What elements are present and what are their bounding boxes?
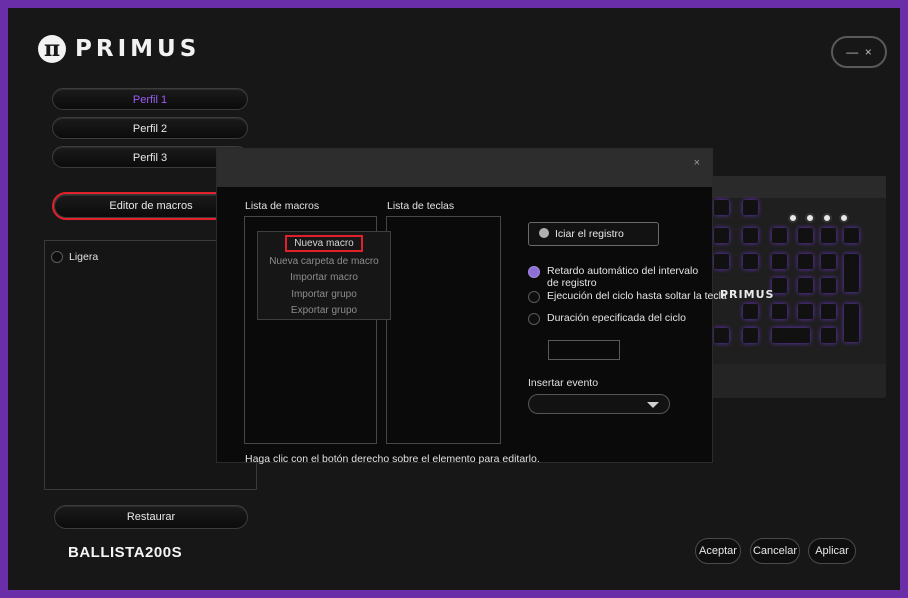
- dialog-hint: Haga clic con el botón derecho sobre el …: [245, 453, 540, 465]
- keyboard-key[interactable]: [714, 328, 729, 343]
- keyboard-key[interactable]: [821, 328, 836, 343]
- dialog-title-bar: ×: [217, 149, 712, 187]
- key-list[interactable]: [386, 216, 501, 444]
- option-loop-until-release-label: Ejecución del ciclo hasta soltar la tecl…: [547, 290, 727, 302]
- keyboard-key[interactable]: [798, 228, 813, 243]
- keyboard-key[interactable]: [798, 304, 813, 319]
- keyboard-key[interactable]: [743, 254, 758, 269]
- menu-item-new-macro-label: Nueva macro: [285, 235, 363, 252]
- profile-2-button[interactable]: Perfil 2: [52, 117, 248, 139]
- brand-logo-text: PRIMUS: [75, 36, 201, 62]
- accept-button[interactable]: Aceptar: [695, 538, 741, 564]
- insert-event-dropdown[interactable]: [528, 394, 670, 414]
- option-auto-delay-label: Retardo automático del intervalo de regi…: [547, 265, 699, 289]
- keyboard-key[interactable]: [743, 200, 758, 215]
- media-dial-icon[interactable]: [788, 213, 798, 223]
- keyboard-key[interactable]: [821, 228, 836, 243]
- menu-item-import-macro[interactable]: Importar macro: [258, 272, 390, 283]
- menu-item-import-group[interactable]: Importar grupo: [258, 289, 390, 300]
- keyboard-key[interactable]: [743, 228, 758, 243]
- dialog-close-icon[interactable]: ×: [694, 157, 700, 169]
- menu-item-export-group[interactable]: Exportar grupo: [258, 305, 390, 316]
- keyboard-wrist-rest: [708, 364, 886, 398]
- profile-1-button[interactable]: Perfil 1: [52, 88, 248, 110]
- keyboard-key[interactable]: [798, 278, 813, 293]
- media-dial-icon[interactable]: [805, 213, 815, 223]
- keyboard-key[interactable]: [821, 304, 836, 319]
- menu-item-new-macro[interactable]: Nueva macro: [258, 235, 390, 252]
- keyboard-key[interactable]: [772, 328, 810, 343]
- window-controls: — ×: [831, 36, 887, 68]
- model-name: BALLISTA200S: [68, 544, 183, 561]
- option-specified-duration-label: Duración epecificada del ciclo: [547, 312, 686, 324]
- start-recording-button[interactable]: Iciar el registro: [528, 222, 659, 246]
- radio-selected-icon: [528, 266, 540, 278]
- lighting-option-label: Ligera: [69, 251, 99, 263]
- keyboard-key[interactable]: [714, 254, 729, 269]
- cancel-button[interactable]: Cancelar: [750, 538, 800, 564]
- keyboard-top-strip: [708, 176, 886, 198]
- keyboard-key[interactable]: [714, 228, 729, 243]
- keyboard-logo: PRIMUS: [720, 288, 775, 301]
- apply-button[interactable]: Aplicar: [808, 538, 856, 564]
- close-button[interactable]: ×: [865, 45, 872, 59]
- media-dial-icon[interactable]: [822, 213, 832, 223]
- lighting-option-ligera[interactable]: Ligera: [51, 251, 98, 264]
- keyboard-key[interactable]: [743, 328, 758, 343]
- keyboard-key[interactable]: [821, 254, 836, 269]
- keyboard-key[interactable]: [714, 200, 729, 215]
- menu-item-new-macro-folder[interactable]: Nueva carpeta de macro: [258, 256, 390, 267]
- macro-context-menu: Nueva macro Nueva carpeta de macro Impor…: [257, 231, 391, 320]
- record-icon: [539, 228, 549, 239]
- keyboard-key[interactable]: [844, 228, 859, 243]
- restore-button[interactable]: Restaurar: [54, 505, 248, 529]
- minimize-button[interactable]: —: [846, 45, 858, 59]
- keyboard-key[interactable]: [798, 254, 813, 269]
- macro-list-label: Lista de macros: [245, 200, 320, 212]
- keyboard-key[interactable]: [772, 228, 787, 243]
- insert-event-label: Insertar evento: [528, 377, 599, 389]
- keyboard-key[interactable]: [844, 304, 859, 342]
- radio-icon: [528, 291, 540, 303]
- keyboard-key[interactable]: [743, 304, 758, 319]
- keyboard-key[interactable]: [772, 304, 787, 319]
- keyboard-key[interactable]: [844, 254, 859, 292]
- keyboard-key[interactable]: [772, 254, 787, 269]
- radio-icon: [51, 251, 63, 264]
- chevron-down-icon: [647, 402, 659, 408]
- media-dial-icon[interactable]: [839, 213, 849, 223]
- key-list-label: Lista de teclas: [387, 200, 455, 212]
- keyboard-key[interactable]: [821, 278, 836, 293]
- duration-input[interactable]: [548, 340, 620, 360]
- start-recording-label: Iciar el registro: [555, 228, 624, 240]
- primus-logo-icon: π: [38, 35, 66, 63]
- app-window: π PRIMUS — × Perfil 1 Perfil 2 Perfil 3 …: [8, 8, 900, 590]
- radio-icon: [528, 313, 540, 325]
